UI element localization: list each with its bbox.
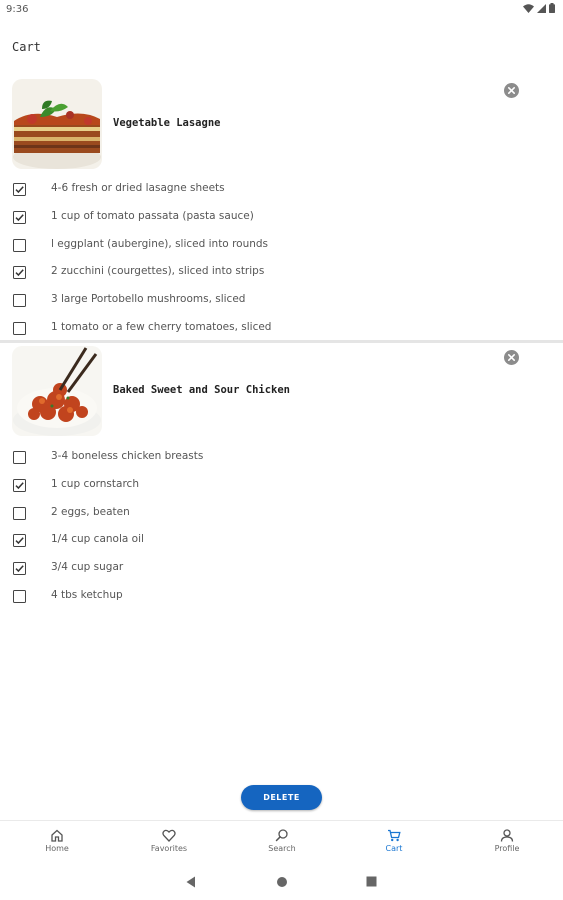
signal-icon [537,3,546,13]
remove-recipe-button[interactable] [504,83,519,98]
ingredient-label: 4 tbs ketchup [51,589,123,601]
ingredient-checkbox[interactable] [13,562,26,576]
ingredient-checkbox[interactable] [13,183,26,196]
ingredient-label: 4-6 fresh or dried lasagne sheets [51,182,225,194]
back-icon[interactable] [186,876,196,888]
ingredient-label: l eggplant (aubergine), sliced into roun… [51,237,269,250]
battery-icon [549,3,555,13]
nav-label: Profile [494,844,520,853]
ingredient-row: 3/4 cup sugar [0,559,563,579]
recipe-title: Vegetable Lasagne [113,117,221,129]
status-time: 9:36 [6,4,29,15]
system-nav-bar [0,866,563,900]
recipe-image [12,79,102,169]
ingredient-row: 1 tomato or a few cherry tomatoes, slice… [0,319,563,339]
nav-label: Search [268,844,296,853]
ingredient-label: 2 zucchini (courgettes), sliced into str… [51,265,265,278]
search-icon [275,829,288,842]
recipe-title: Baked Sweet and Sour Chicken [113,384,291,396]
ingredient-row: l eggplant (aubergine), sliced into roun… [0,236,563,256]
ingredient-checkbox[interactable] [13,451,26,464]
ingredient-row: 4 tbs ketchup [0,587,563,607]
nav-label: Cart [385,844,403,853]
ingredient-checkbox[interactable] [13,294,26,308]
home-button-icon[interactable] [276,876,288,888]
ingredient-label: 1 cup of tomato passata (pasta sauce) [51,209,254,222]
ingredient-label: 1 cup cornstarch [51,477,139,490]
home-icon [51,829,63,842]
ingredient-checkbox[interactable] [13,534,26,548]
ingredient-label: 2 eggs, beaten [51,505,130,518]
ingredient-checkbox[interactable] [13,478,26,492]
ingredient-checkbox[interactable] [13,266,26,280]
status-icons [523,3,555,13]
ingredient-label: 1/4 cup canola oil [51,533,144,546]
nav-item-profile[interactable]: Profile [467,829,547,853]
ingredient-row: 2 zucchini (courgettes), sliced into str… [0,263,563,283]
ingredient-checkbox[interactable] [13,322,26,335]
ingredient-label: 3 large Portobello mushrooms, sliced [51,293,246,306]
nav-item-home[interactable]: Home [17,829,97,853]
heart-icon [162,829,176,842]
page-title: Cart [12,40,41,54]
recipe-image [12,346,102,436]
remove-recipe-button[interactable] [504,350,519,365]
ingredient-checkbox[interactable] [13,590,26,603]
recents-icon[interactable] [366,876,377,887]
ingredient-checkbox[interactable] [13,210,26,224]
ingredient-label: 3/4 cup sugar [51,561,124,574]
ingredient-row: 2 eggs, beaten [0,504,563,524]
nav-label: Favorites [150,844,188,853]
wifi-icon [523,3,534,13]
status-bar: 9:36 [0,0,563,20]
nav-item-search[interactable]: Search [242,829,322,853]
ingredient-row: 3-4 boneless chicken breasts [0,448,563,468]
nav-label: Home [45,844,69,853]
ingredient-row: 1 cup cornstarch [0,476,563,496]
cart-icon [388,829,401,842]
ingredient-checkbox[interactable] [13,506,26,520]
ingredient-row: 3 large Portobello mushrooms, sliced [0,291,563,311]
ingredient-label: 1 tomato or a few cherry tomatoes, slice… [51,321,272,333]
ingredient-row: 1 cup of tomato passata (pasta sauce) [0,208,563,228]
close-icon [508,354,515,361]
person-icon [500,829,514,842]
ingredient-checkbox[interactable] [13,238,26,252]
nav-item-cart[interactable]: Cart [354,829,434,853]
ingredient-label: 3-4 boneless chicken breasts [51,450,204,462]
nav-item-favorites[interactable]: Favorites [129,829,209,853]
ingredient-row: 1/4 cup canola oil [0,531,563,551]
delete-button[interactable]: DELETE [241,785,322,810]
recipe-divider [0,340,563,343]
ingredient-row: 4-6 fresh or dried lasagne sheets [0,180,563,200]
close-icon [508,87,515,94]
bottom-nav: Home Favorites Search Cart Profile [0,820,563,865]
